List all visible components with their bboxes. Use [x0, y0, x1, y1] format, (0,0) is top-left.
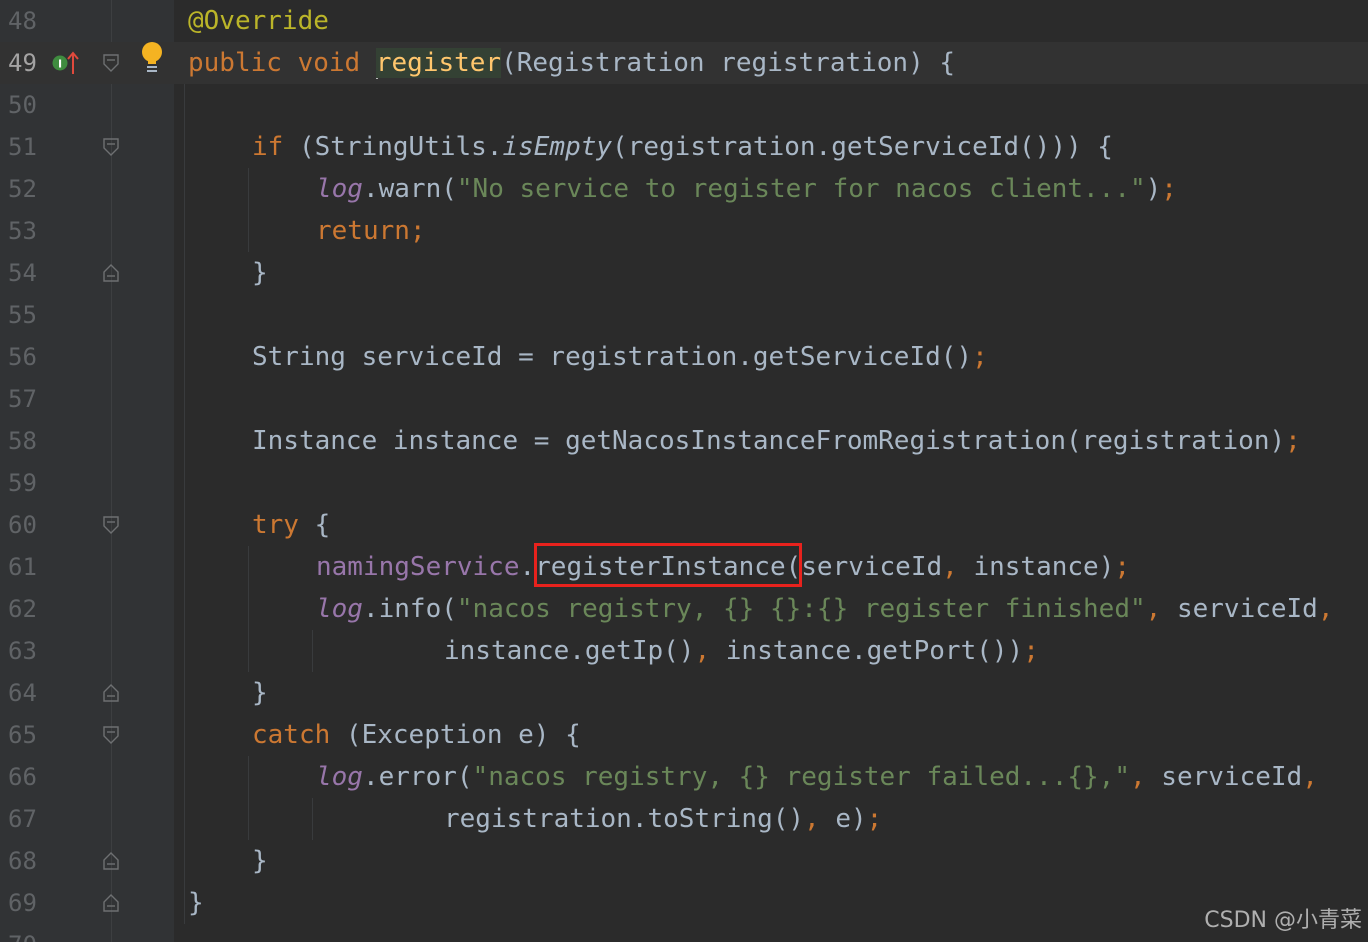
svg-text:I: I [58, 58, 62, 71]
line-number: 69 [8, 889, 37, 917]
code-text: } [252, 846, 268, 876]
line-number: 53 [8, 217, 37, 245]
overrides-method-icon[interactable]: I [51, 50, 81, 76]
line-number: 54 [8, 259, 37, 287]
method-name-highlight: register [375, 48, 502, 78]
code-text: return; [316, 216, 426, 246]
code-text: catch (Exception e) { [252, 720, 581, 750]
code-line[interactable]: 56 String serviceId = registration.getSe… [0, 336, 1368, 378]
code-line[interactable]: 68 } [0, 840, 1368, 882]
code-editor[interactable]: 48 @Override 49 public void register(Reg… [0, 0, 1368, 942]
fold-collapse-icon[interactable] [103, 726, 119, 744]
line-number: 58 [8, 427, 37, 455]
fold-end-icon[interactable] [103, 852, 119, 870]
line-number: 51 [8, 133, 37, 161]
line-number: 63 [8, 637, 37, 665]
line-number: 64 [8, 679, 37, 707]
line-number: 52 [8, 175, 37, 203]
line-number: 68 [8, 847, 37, 875]
fold-end-icon[interactable] [103, 264, 119, 282]
code-text: } [252, 678, 268, 708]
line-number: 65 [8, 721, 37, 749]
code-text: registration.toString(), e); [444, 804, 883, 834]
line-number: 50 [8, 91, 37, 119]
code-text: log.warn("No service to register for nac… [316, 174, 1177, 204]
fold-end-icon[interactable] [103, 894, 119, 912]
code-line[interactable]: 64 } [0, 672, 1368, 714]
line-number: 70 [8, 924, 48, 942]
code-line[interactable]: 65 catch (Exception e) { [0, 714, 1368, 756]
code-text: log.info("nacos registry, {} {}:{} regis… [316, 594, 1334, 624]
line-number: 61 [8, 553, 37, 581]
code-text: Instance instance = getNacosInstanceFrom… [252, 426, 1301, 456]
code-text: if (StringUtils.isEmpty(registration.get… [252, 132, 1113, 162]
code-line[interactable]: 54 } [0, 252, 1368, 294]
code-text: } [188, 888, 204, 918]
code-line[interactable]: 55 [0, 294, 1368, 336]
code-line[interactable]: 63 instance.getIp(), instance.getPort())… [0, 630, 1368, 672]
code-text: @Override [188, 6, 329, 36]
code-text: } [252, 258, 268, 288]
code-line[interactable]: 58 Instance instance = getNacosInstanceF… [0, 420, 1368, 462]
line-number: 57 [8, 385, 37, 413]
code-line[interactable]: 50 [0, 84, 1368, 126]
code-line[interactable]: 48 @Override [0, 0, 1368, 42]
code-line[interactable]: 70 [0, 924, 1368, 942]
code-line[interactable]: 57 [0, 378, 1368, 420]
fold-collapse-icon[interactable] [103, 54, 119, 72]
fold-collapse-icon[interactable] [103, 516, 119, 534]
code-line[interactable]: 69 } [0, 882, 1368, 924]
code-line[interactable]: 67 registration.toString(), e); [0, 798, 1368, 840]
line-number: 66 [8, 763, 37, 791]
line-number: 62 [8, 595, 37, 623]
line-number: 48 [8, 7, 37, 35]
code-text: String serviceId = registration.getServi… [252, 342, 988, 372]
code-line[interactable]: 53 return; [0, 210, 1368, 252]
watermark: CSDN @小青菜 [1204, 908, 1362, 933]
lightbulb-icon[interactable] [139, 41, 165, 75]
fold-collapse-icon[interactable] [103, 138, 119, 156]
code-line[interactable]: 62 log.info("nacos registry, {} {}:{} re… [0, 588, 1368, 630]
line-number: 59 [8, 469, 37, 497]
code-line[interactable]: 66 log.error("nacos registry, {} registe… [0, 756, 1368, 798]
line-number: 56 [8, 343, 37, 371]
code-text: public void register(Registration regist… [188, 48, 956, 79]
fold-end-icon[interactable] [103, 684, 119, 702]
code-text: try { [252, 510, 331, 540]
code-line[interactable]: 59 [0, 462, 1368, 504]
code-line[interactable]: 60 try { [0, 504, 1368, 546]
code-line-current[interactable]: 49 public void register(Registration reg… [0, 42, 1368, 84]
code-text: log.error("nacos registry, {} register f… [316, 762, 1318, 792]
code-text: instance.getIp(), instance.getPort()); [444, 636, 1039, 666]
highlight-box [534, 543, 802, 587]
code-line[interactable]: 51 if (StringUtils.isEmpty(registration.… [0, 126, 1368, 168]
code-line[interactable]: 52 log.warn("No service to register for … [0, 168, 1368, 210]
line-number: 60 [8, 511, 37, 539]
line-number: 67 [8, 805, 37, 833]
line-number: 49 [8, 49, 37, 77]
line-number: 55 [8, 301, 37, 329]
